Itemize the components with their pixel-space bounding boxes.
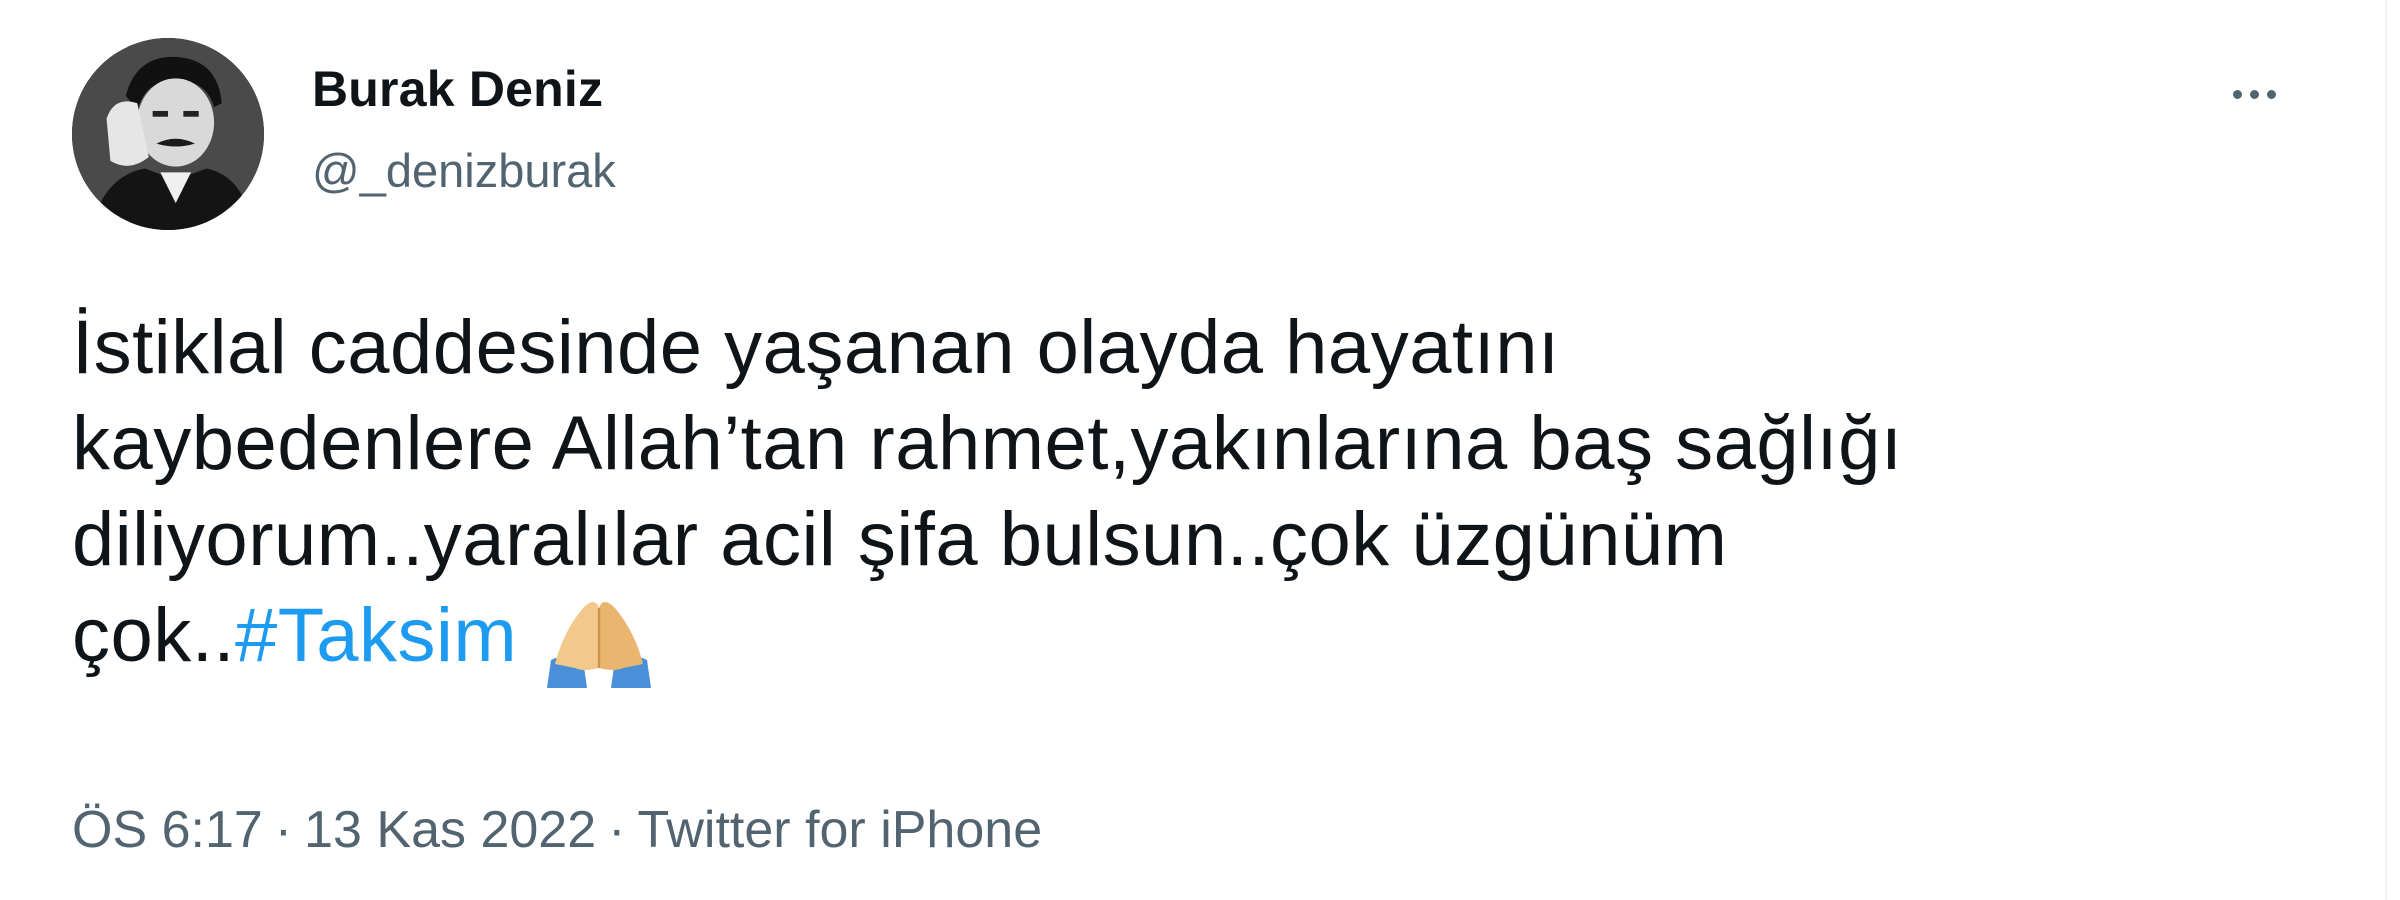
author-name[interactable]: Burak Deniz <box>312 60 603 118</box>
hashtag-link[interactable]: #Taksim <box>235 593 517 678</box>
tweet-text-line: kaybedenlere Allah’tan rahmet,yakınların… <box>72 401 1903 486</box>
tweet-meta: ÖS 6:17 · 13 Kas 2022 · Twitter for iPho… <box>72 800 1042 860</box>
tweet-text-last-line: çok..#Taksim <box>72 588 2332 688</box>
tweet-text-line: diliyorum..yaralılar acil şifa bulsun..ç… <box>72 497 1728 582</box>
tweet-text: İstiklal caddesinde yaşanan olayda hayat… <box>72 300 2332 688</box>
profile-photo-icon <box>72 38 264 230</box>
tweet-card: Burak Deniz @_denizburak İstiklal caddes… <box>0 0 2387 900</box>
more-dot <box>2266 89 2276 99</box>
tweet-date[interactable]: 13 Kas 2022 <box>304 800 596 860</box>
more-dot <box>2232 89 2242 99</box>
author-handle[interactable]: @_denizburak <box>312 143 616 198</box>
more-dot <box>2249 89 2259 99</box>
tweet-text-line: İstiklal caddesinde yaşanan olayda hayat… <box>72 305 1560 390</box>
tweet-text-prefix: çok.. <box>72 593 235 678</box>
author-avatar[interactable] <box>72 38 264 230</box>
tweet-time[interactable]: ÖS 6:17 <box>72 800 263 860</box>
more-options-icon[interactable] <box>2218 68 2290 120</box>
folded-hands-emoji-icon <box>539 588 659 688</box>
tweet-source[interactable]: Twitter for iPhone <box>637 800 1042 860</box>
meta-separator: · <box>274 801 293 859</box>
meta-separator: · <box>608 801 626 859</box>
